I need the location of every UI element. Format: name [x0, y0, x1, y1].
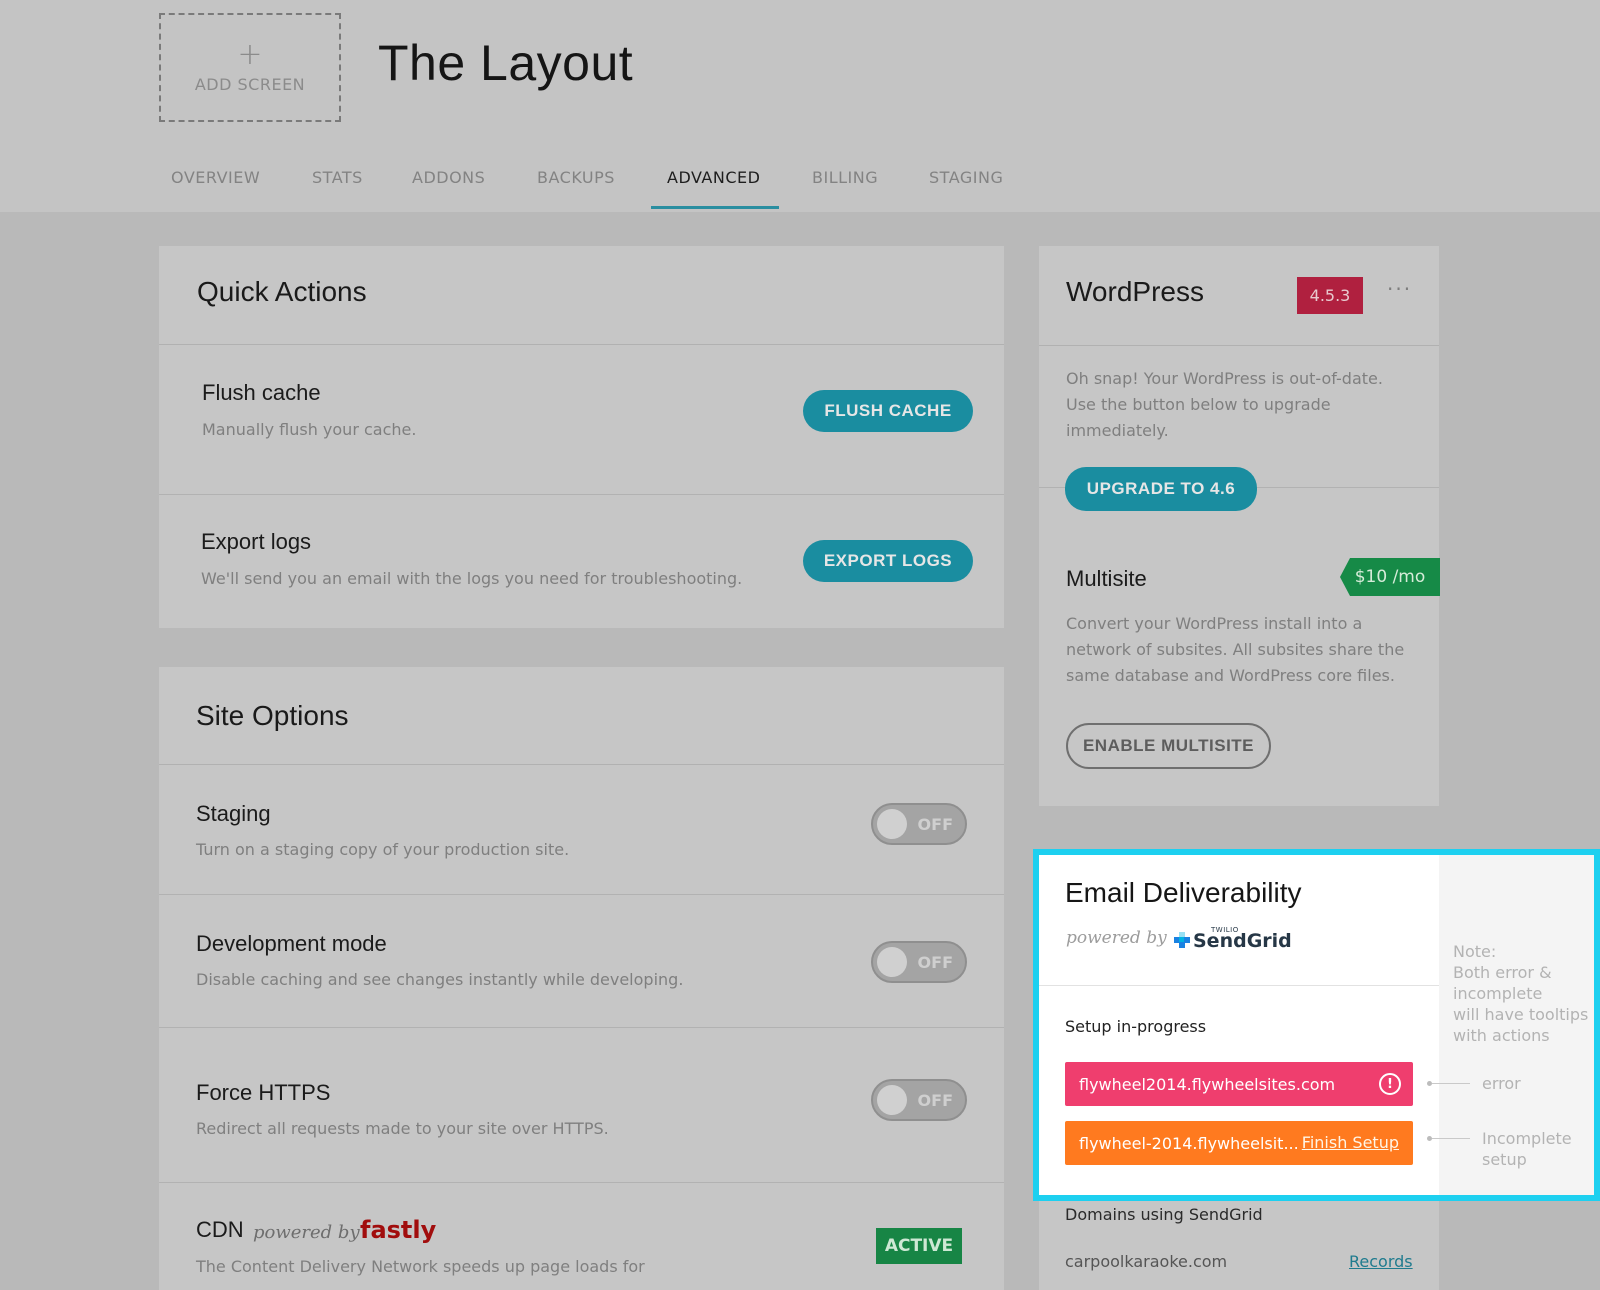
quick-actions-title: Quick Actions	[197, 276, 367, 307]
wordpress-msg-line-1: Oh snap! Your WordPress is out-of-date.	[1066, 369, 1383, 388]
note-line-3: incomplete	[1453, 984, 1543, 1003]
export-logs-title: Export logs	[201, 529, 312, 554]
email-title: Email Deliverability	[1065, 877, 1302, 908]
export-logs-row: Export logs We'll send you an email with…	[159, 495, 1004, 628]
records-link[interactable]: Records	[1349, 1252, 1413, 1271]
toggle-state: OFF	[917, 815, 953, 834]
site-options-title: Site Options	[196, 700, 349, 731]
multisite-title: Multisite	[1066, 566, 1147, 591]
multisite-price-tag: $10 /mo	[1340, 558, 1440, 596]
tab-stats[interactable]: STATS	[312, 168, 363, 187]
sendgrid-logo-icon	[1174, 932, 1190, 948]
staging-title: Staging	[196, 801, 271, 826]
force-https-desc: Redirect all requests made to your site …	[196, 1119, 609, 1138]
note-line-4: will have tooltips	[1453, 1005, 1589, 1024]
toggle-knob	[877, 809, 907, 839]
page-title: The Layout	[378, 35, 634, 91]
error-domain-text: flywheel2014.flywheelsites.com	[1079, 1074, 1336, 1094]
site-options-card: Site Options Staging Turn on a staging c…	[159, 667, 1004, 1290]
more-options-icon[interactable]: ···	[1387, 279, 1412, 299]
multisite-desc-line-3: same database and WordPress core files.	[1066, 666, 1395, 685]
force-https-row: Force HTTPS Redirect all requests made t…	[159, 1028, 1004, 1183]
multisite-desc-line-2: network of subsites. All subsites share …	[1066, 640, 1405, 659]
dev-mode-desc: Disable caching and see changes instantl…	[196, 970, 684, 989]
sendgrid-domains-section: Domains using SendGrid carpoolkaraoke.co…	[1039, 1201, 1439, 1290]
alert-icon[interactable]: !	[1379, 1073, 1401, 1095]
wordpress-version-badge: 4.5.3	[1297, 277, 1363, 314]
wordpress-card: WordPress Oh snap! Your WordPress is out…	[1039, 246, 1439, 806]
flush-cache-title: Flush cache	[202, 380, 321, 405]
note-line-2: Both error &	[1453, 963, 1552, 982]
email-divider	[1039, 985, 1439, 986]
incomplete-annotation-line-2: setup	[1482, 1150, 1527, 1169]
tab-backups[interactable]: BACKUPS	[537, 168, 615, 187]
enable-multisite-button[interactable]: ENABLE MULTISITE	[1066, 723, 1271, 769]
upgrade-wordpress-button[interactable]: UPGRADE TO 4.6	[1065, 467, 1257, 511]
plus-icon: +	[237, 37, 263, 72]
add-screen-button[interactable]: + ADD SCREEN	[159, 13, 341, 122]
wordpress-msg-line-2: Use the button below to upgrade	[1066, 395, 1331, 414]
flush-cache-desc: Manually flush your cache.	[202, 420, 417, 439]
error-annotation: error	[1482, 1074, 1521, 1093]
error-domain-chip[interactable]: flywheel2014.flywheelsites.com !	[1065, 1062, 1413, 1106]
staging-toggle[interactable]: OFF	[871, 803, 967, 845]
force-https-title: Force HTTPS	[196, 1080, 331, 1105]
staging-desc: Turn on a staging copy of your productio…	[196, 840, 570, 859]
cdn-powered-by: powered by	[253, 1222, 360, 1243]
site-options-header: Site Options	[159, 667, 1004, 765]
tab-billing[interactable]: BILLING	[812, 168, 878, 187]
export-logs-button[interactable]: EXPORT LOGS	[803, 540, 973, 582]
flush-cache-row: Flush cache Manually flush your cache. F…	[159, 345, 1004, 495]
tab-overview[interactable]: OVERVIEW	[171, 168, 260, 187]
toggle-knob	[877, 1085, 907, 1115]
connector-line-error	[1432, 1083, 1470, 1084]
setup-status: Setup in-progress	[1065, 1017, 1207, 1036]
note-line-5: with actions	[1453, 1026, 1550, 1045]
dev-mode-title: Development mode	[196, 931, 387, 956]
finish-setup-link[interactable]: Finish Setup	[1302, 1133, 1399, 1152]
toggle-state: OFF	[917, 1091, 953, 1110]
incomplete-domain-chip[interactable]: flywheel-2014.flywheelsit... Finish Setu…	[1065, 1121, 1413, 1165]
cdn-active-badge: ACTIVE	[876, 1228, 962, 1264]
quick-actions-header: Quick Actions	[159, 246, 1004, 345]
sendgrid-logo: SendGrid	[1193, 930, 1292, 952]
sendgrid-powered-by: powered by	[1066, 928, 1167, 948]
dev-mode-row: Development mode Disable caching and see…	[159, 895, 1004, 1028]
tab-bar: OVERVIEW STATS ADDONS BACKUPS ADVANCED B…	[0, 162, 1100, 212]
wordpress-title: WordPress	[1066, 276, 1204, 307]
domain-name: carpoolkaraoke.com	[1065, 1252, 1228, 1271]
incomplete-annotation-line-1: Incomplete	[1482, 1129, 1572, 1148]
note-line-1: Note:	[1453, 942, 1497, 961]
dev-mode-toggle[interactable]: OFF	[871, 941, 967, 983]
export-logs-desc: We'll send you an email with the logs yo…	[201, 569, 743, 588]
fastly-logo: fastly	[360, 1216, 437, 1244]
active-tab-indicator	[651, 206, 779, 209]
quick-actions-card: Quick Actions Flush cache Manually flush…	[159, 246, 1004, 628]
multisite-desc-line-1: Convert your WordPress install into a	[1066, 614, 1363, 633]
cdn-title: CDN	[196, 1217, 244, 1242]
domains-label: Domains using SendGrid	[1065, 1205, 1263, 1224]
wordpress-msg-line-3: immediately.	[1066, 421, 1169, 440]
wordpress-header: WordPress	[1039, 246, 1439, 346]
cdn-desc: The Content Delivery Network speeds up p…	[196, 1257, 645, 1276]
flush-cache-button[interactable]: FLUSH CACHE	[803, 390, 973, 432]
force-https-toggle[interactable]: OFF	[871, 1079, 967, 1121]
tab-addons[interactable]: ADDONS	[412, 168, 485, 187]
tab-advanced[interactable]: ADVANCED	[667, 168, 760, 187]
toggle-knob	[877, 947, 907, 977]
connector-line-incomplete	[1432, 1138, 1470, 1139]
add-screen-label: ADD SCREEN	[194, 75, 306, 94]
toggle-state: OFF	[917, 953, 953, 972]
staging-row: Staging Turn on a staging copy of your p…	[159, 765, 1004, 895]
tab-staging[interactable]: STAGING	[929, 168, 1003, 187]
incomplete-domain-text: flywheel-2014.flywheelsit...	[1079, 1133, 1299, 1153]
